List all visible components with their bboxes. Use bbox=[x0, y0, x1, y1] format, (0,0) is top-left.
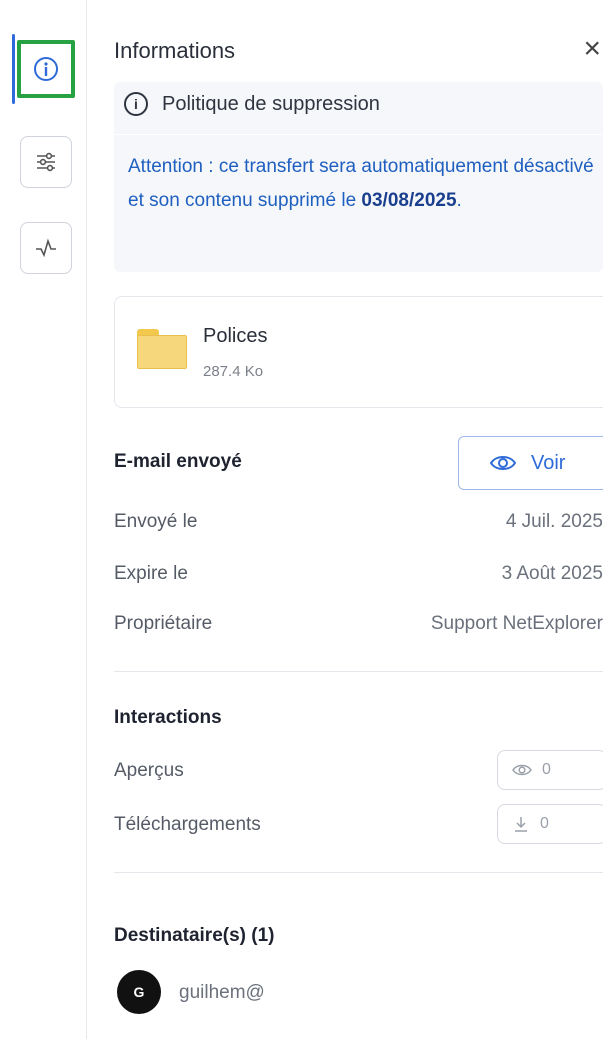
eye-icon bbox=[489, 456, 517, 470]
downloads-label: Téléchargements bbox=[114, 814, 261, 835]
sliders-icon bbox=[37, 152, 55, 172]
notice-header: i Politique de suppression bbox=[124, 92, 380, 116]
interactions-section-title: Interactions bbox=[114, 707, 222, 728]
settings-tab-button[interactable] bbox=[20, 136, 72, 188]
owner-label: Propriétaire bbox=[114, 613, 213, 634]
file-card[interactable]: Polices 287.4 Ko bbox=[114, 296, 603, 408]
activity-tab-button[interactable] bbox=[20, 222, 72, 274]
sent-date-value: 4 Juil. 2025 bbox=[505, 511, 603, 532]
recipients-section-title: Destinataire(s) (1) bbox=[114, 925, 275, 946]
expiry-date-label: Expire le bbox=[114, 563, 188, 584]
info-panel: Informations × i Politique de suppressio… bbox=[87, 0, 603, 1039]
notice-body-suffix: . bbox=[456, 190, 462, 211]
notice-divider bbox=[114, 134, 603, 135]
info-icon bbox=[34, 57, 58, 81]
section-divider bbox=[114, 671, 603, 672]
deletion-policy-notice: i Politique de suppression Attention : c… bbox=[114, 82, 603, 272]
file-size: 287.4 Ko bbox=[203, 363, 264, 380]
email-section-title: E-mail envoyé bbox=[114, 451, 242, 472]
view-email-button[interactable]: Voir bbox=[458, 436, 603, 490]
expiry-date-value: 3 Août 2025 bbox=[501, 563, 603, 584]
file-name: Polices bbox=[203, 325, 268, 347]
view-email-label: Voir bbox=[531, 451, 566, 474]
folder-icon bbox=[137, 329, 187, 369]
close-icon[interactable]: × bbox=[583, 34, 601, 64]
notice-body: Attention : ce transfert sera automatiqu… bbox=[128, 150, 598, 218]
previews-label: Aperçus bbox=[114, 760, 184, 781]
download-icon bbox=[515, 817, 527, 832]
downloads-count: 0 bbox=[540, 815, 549, 832]
side-rail bbox=[0, 0, 86, 1039]
activity-icon bbox=[36, 238, 56, 258]
sent-date-label: Envoyé le bbox=[114, 511, 198, 532]
info-tab-button[interactable] bbox=[17, 40, 75, 98]
avatar: G bbox=[117, 970, 161, 1014]
eye-icon bbox=[512, 764, 532, 776]
previews-counter: 0 bbox=[497, 750, 603, 790]
deletion-date: 03/08/2025 bbox=[361, 190, 457, 211]
downloads-counter: 0 bbox=[497, 804, 603, 844]
owner-value: Support NetExplorer bbox=[430, 613, 603, 634]
previews-count: 0 bbox=[542, 761, 551, 778]
panel-title: Informations bbox=[114, 38, 236, 63]
info-circle-icon: i bbox=[124, 92, 148, 116]
recipient-email[interactable]: guilhem@ bbox=[179, 982, 265, 1004]
section-divider bbox=[114, 872, 603, 873]
notice-heading: Politique de suppression bbox=[162, 92, 380, 115]
active-indicator bbox=[12, 34, 15, 104]
